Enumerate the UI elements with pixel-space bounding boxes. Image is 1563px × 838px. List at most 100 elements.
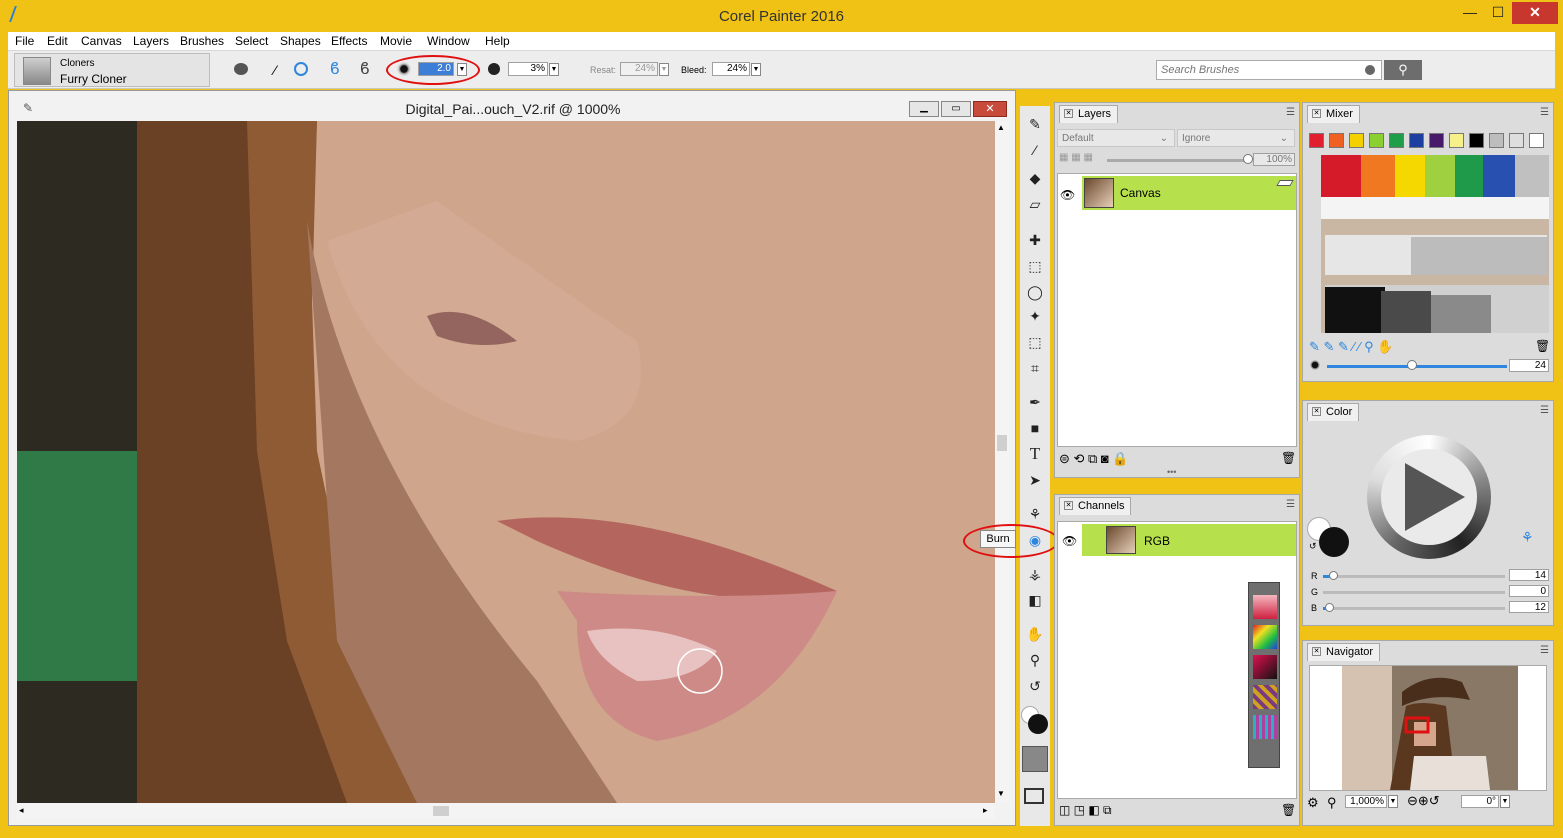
g-value-field[interactable]: 0 (1509, 585, 1549, 597)
layer-visibility-icon[interactable]: 👁 (1060, 188, 1075, 202)
hue-ring[interactable] (1367, 435, 1491, 559)
b-value-field[interactable]: 12 (1509, 601, 1549, 613)
selection-adjuster-icon[interactable]: ⬚ (1025, 332, 1045, 352)
navigator-settings-icon[interactable]: ⚙ (1307, 795, 1319, 811)
stroke-path-icon[interactable]: ϐ (360, 59, 370, 79)
maximize-button[interactable]: ☐ (1484, 2, 1512, 24)
navigator-preview[interactable] (1309, 665, 1547, 791)
grabber-tool-icon[interactable]: ✋ (1025, 624, 1045, 644)
minimize-button[interactable]: — (1456, 2, 1484, 24)
zoom-controls-icons[interactable]: ⊖⊕↺ (1407, 793, 1440, 809)
mixer-swatch[interactable] (1429, 133, 1444, 148)
mixer-size-slider[interactable] (1327, 365, 1507, 368)
layer-opacity-slider[interactable] (1107, 159, 1249, 162)
channels-tab[interactable]: ✕ Channels (1059, 497, 1132, 515)
search-button[interactable]: ⚲ (1384, 60, 1422, 80)
mixer-swatch[interactable] (1449, 133, 1464, 148)
rotation-field[interactable]: 0° (1461, 795, 1499, 808)
search-brushes-field[interactable] (1156, 60, 1382, 80)
zoom-dropdown[interactable]: ▼ (1388, 795, 1398, 808)
horizontal-scroll-right[interactable]: ▸ (983, 805, 988, 816)
magic-wand-icon[interactable]: ✦ (1025, 306, 1045, 326)
reset-tool-icon[interactable] (234, 63, 248, 75)
menu-file[interactable]: File (15, 34, 34, 48)
vertical-scroll-thumb[interactable] (997, 435, 1007, 451)
opacity-field[interactable]: 3% (508, 62, 548, 76)
horizontal-scroll-thumb[interactable] (433, 806, 449, 816)
crop-icon[interactable]: ⌗ (1025, 358, 1045, 378)
layers-tab[interactable]: ✕ Layers (1059, 105, 1119, 123)
rotation-dropdown[interactable]: ▼ (1500, 795, 1510, 808)
dropper-icon[interactable]: ⁄ (274, 62, 276, 78)
look-library-icon[interactable] (1253, 715, 1277, 739)
pen-tool-icon[interactable]: ✒ (1025, 392, 1045, 412)
close-button[interactable]: ✕ (1512, 2, 1558, 24)
mixer-size-field[interactable]: 24 (1509, 359, 1549, 372)
resat-field[interactable]: 24% (620, 62, 658, 76)
eraser-tool-icon[interactable]: ▱ (1025, 194, 1045, 214)
r-slider[interactable] (1323, 575, 1505, 578)
layer-delete-icon[interactable]: 🗑 (1281, 451, 1296, 465)
layer-row-canvas[interactable]: Canvas (1082, 176, 1296, 210)
screen-mode-icon[interactable] (1024, 788, 1044, 804)
channel-visibility-icon[interactable]: 👁 (1062, 534, 1077, 548)
b-slider-knob[interactable] (1325, 603, 1334, 612)
clone-color-icon[interactable]: ⚘ (1521, 529, 1534, 546)
navigator-menu-icon[interactable]: ☰ (1540, 645, 1549, 656)
rect-select-icon[interactable]: ⬚ (1025, 256, 1045, 276)
brush-tool-icon[interactable]: ✎ (1025, 114, 1045, 134)
paper-library-icon[interactable] (1253, 595, 1277, 619)
channel-row-rgb[interactable]: RGB (1082, 524, 1296, 556)
r-value-field[interactable]: 14 (1509, 569, 1549, 581)
layer-opacity-knob[interactable] (1243, 154, 1253, 164)
mixer-swatch[interactable] (1509, 133, 1524, 148)
doc-maximize-button[interactable]: ▭ (941, 101, 971, 117)
vertical-scroll-down[interactable]: ▼ (997, 789, 1005, 798)
mixer-menu-icon[interactable]: ☰ (1540, 107, 1549, 118)
vertical-scroll-up[interactable]: ▲ (997, 123, 1005, 132)
paper-selector[interactable] (1022, 746, 1048, 772)
menu-canvas[interactable]: Canvas (81, 34, 122, 48)
menu-edit[interactable]: Edit (47, 34, 68, 48)
layers-menu-icon[interactable]: ☰ (1286, 107, 1295, 118)
rotate-page-icon[interactable]: ↺ (1025, 676, 1045, 696)
canvas-image[interactable] (17, 121, 995, 803)
doc-minimize-button[interactable]: ▁ (909, 101, 939, 117)
mixer-tab[interactable]: ✕ Mixer (1307, 105, 1360, 123)
navigator-tab[interactable]: ✕ Navigator (1307, 643, 1381, 661)
shape-selection-icon[interactable]: ➤ (1025, 470, 1045, 490)
media-library-strip[interactable] (1248, 582, 1280, 768)
layer-opacity-field[interactable]: 100% (1253, 153, 1295, 166)
menu-layers[interactable]: Layers (133, 34, 169, 48)
mixer-swatch[interactable] (1349, 133, 1364, 148)
horizontal-scroll-left[interactable]: ◂ (19, 805, 24, 816)
layers-close-icon[interactable]: ✕ (1064, 109, 1073, 118)
cloner-tool-icon[interactable]: ⚘ (1025, 504, 1045, 524)
stroke-type-icon[interactable]: ϐ (330, 59, 340, 79)
mixer-swatch[interactable] (1369, 133, 1384, 148)
main-color-swatch[interactable] (1028, 714, 1048, 734)
menu-help[interactable]: Help (485, 34, 510, 48)
channel-delete-icon[interactable]: 🗑 (1281, 803, 1296, 817)
pattern-library-icon[interactable] (1253, 655, 1277, 679)
doc-close-button[interactable]: ✕ (973, 101, 1007, 117)
brush-selector[interactable]: Cloners Furry Cloner (14, 53, 210, 87)
menu-window[interactable]: Window (427, 34, 470, 48)
paint-bucket-icon[interactable]: ◆ (1025, 168, 1045, 188)
channels-menu-icon[interactable]: ☰ (1286, 499, 1295, 510)
dropper-tool-icon[interactable]: ⁄ (1025, 140, 1045, 160)
mixer-tools-icons[interactable]: ✎ ✎ ✎ ⁄ ⁄ ⚲ ✋ (1309, 339, 1393, 355)
menu-movie[interactable]: Movie (380, 34, 412, 48)
channels-close-icon[interactable]: ✕ (1064, 501, 1073, 510)
vertical-scrollbar[interactable]: ▲ ▼ (995, 121, 1009, 803)
transform-tool-icon[interactable]: ◧ (1025, 590, 1045, 610)
search-input[interactable] (1157, 61, 1347, 79)
mixer-close-icon[interactable]: ✕ (1312, 109, 1321, 118)
menu-shapes[interactable]: Shapes (280, 34, 321, 48)
main-color-chip[interactable] (1319, 527, 1349, 557)
navigator-close-icon[interactable]: ✕ (1312, 647, 1321, 656)
resat-dropdown[interactable]: ▼ (659, 63, 669, 76)
color-tab[interactable]: ✕ Color (1307, 403, 1360, 421)
mixer-swatch[interactable] (1469, 133, 1484, 148)
mirror-tool-icon[interactable]: ⚶ (1025, 564, 1045, 584)
